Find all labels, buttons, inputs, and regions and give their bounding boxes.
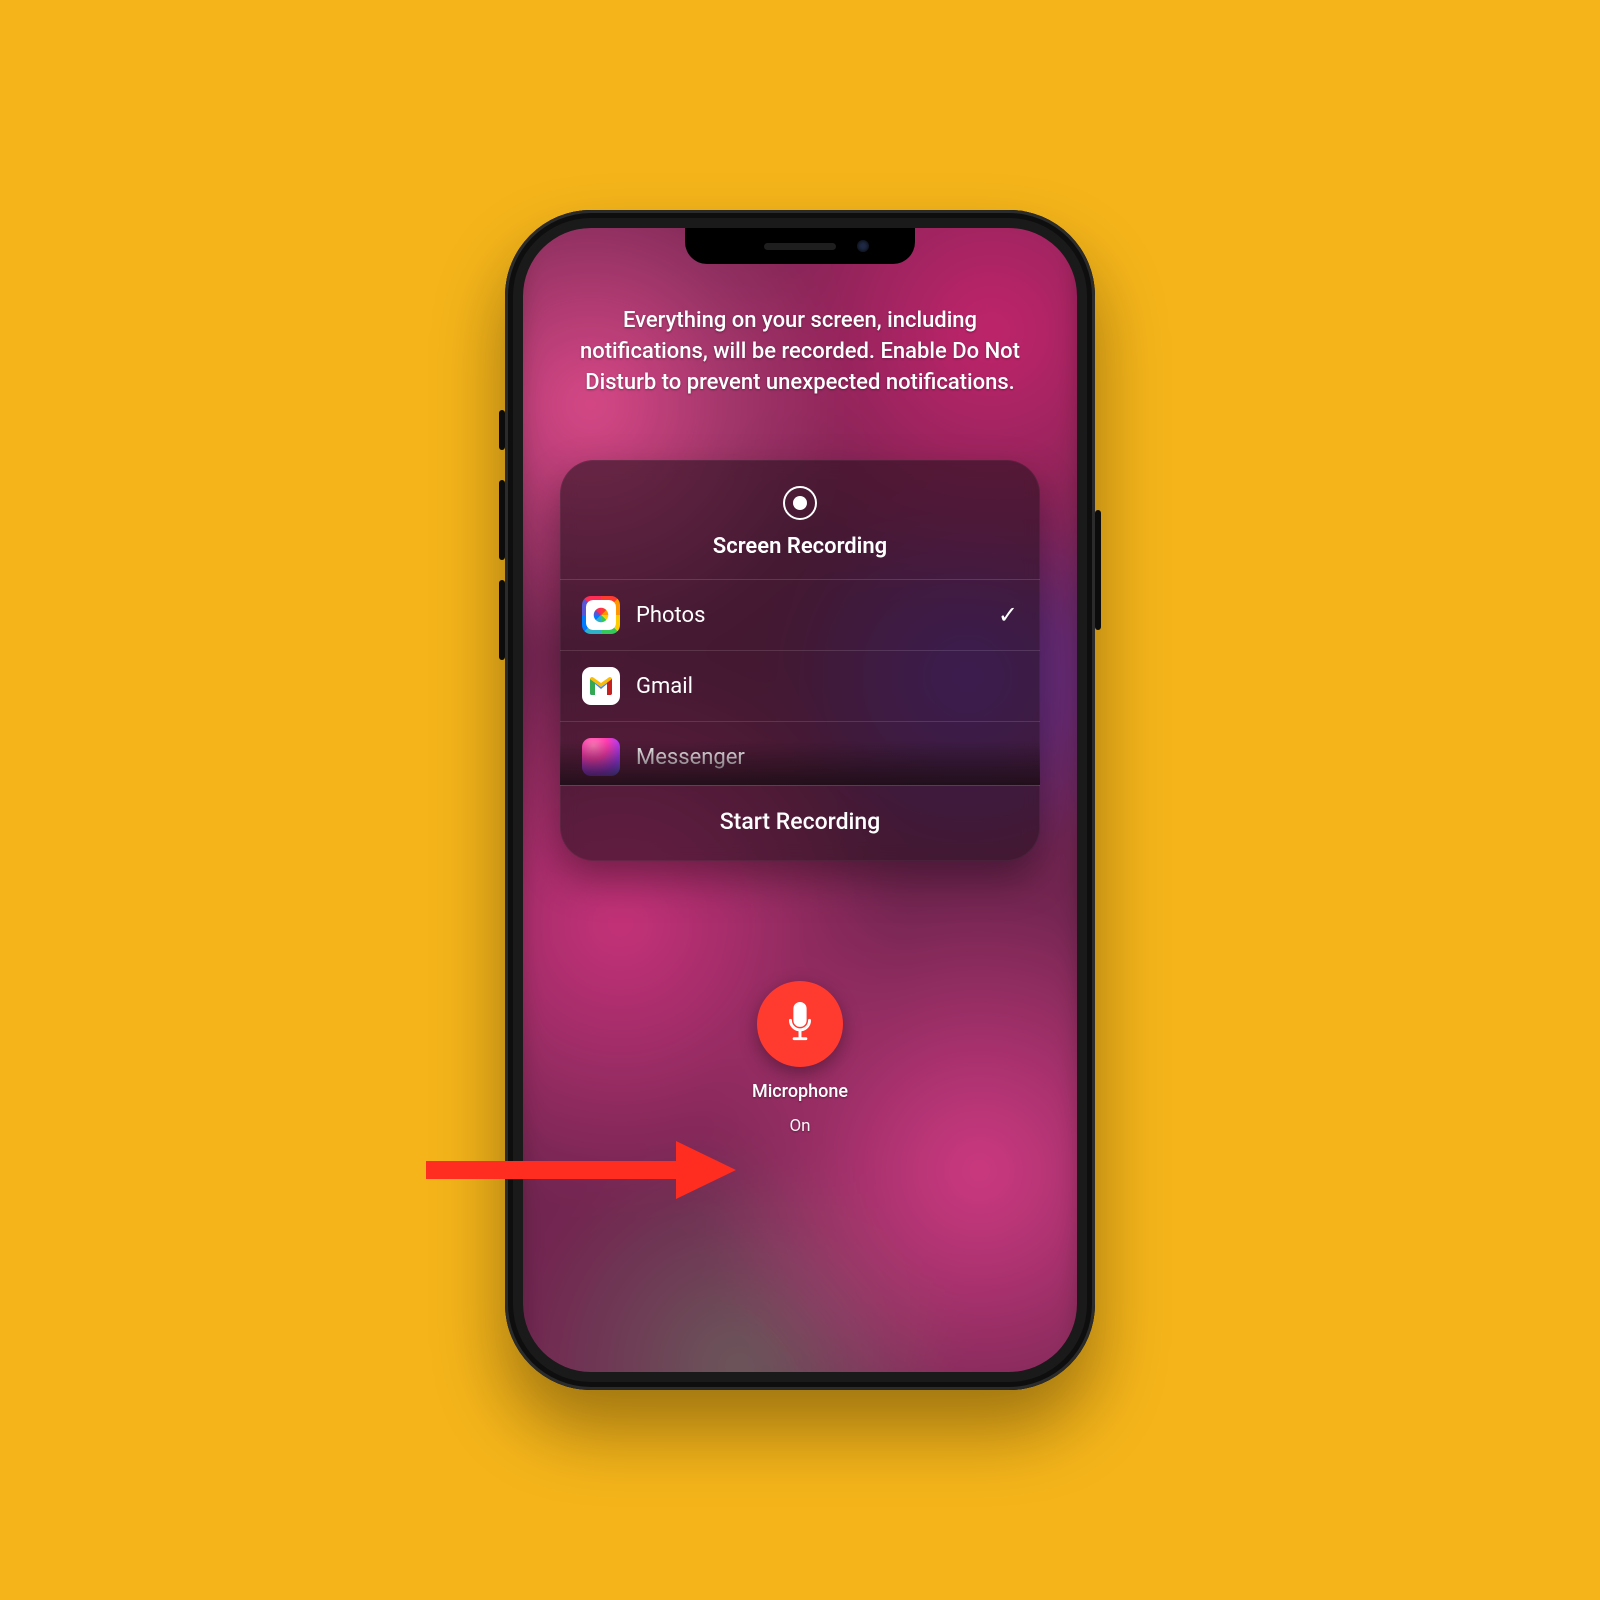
screen-recording-sheet: Everything on your screen, including not… — [523, 228, 1077, 1372]
power-button — [1095, 510, 1101, 630]
card-header: Screen Recording — [560, 460, 1040, 579]
screen-recording-card: Screen Recording Photos ✓ — [560, 460, 1040, 861]
destination-option-label: Gmail — [636, 674, 693, 699]
microphone-icon — [782, 1002, 818, 1046]
earpiece-speaker — [764, 243, 836, 250]
destination-option-messenger[interactable]: Messenger — [560, 721, 1040, 785]
checkmark-icon: ✓ — [998, 601, 1018, 629]
microphone-toggle-button[interactable] — [757, 981, 843, 1067]
destination-option-photos[interactable]: Photos ✓ — [560, 579, 1040, 650]
destination-option-label: Messenger — [636, 745, 745, 770]
mockup-stage: Everything on your screen, including not… — [200, 200, 1400, 1400]
photos-app-icon — [582, 596, 620, 634]
volume-up-button — [499, 480, 505, 560]
notch — [685, 228, 915, 264]
recording-disclaimer-text: Everything on your screen, including not… — [565, 306, 1035, 398]
destination-app-list[interactable]: Photos ✓ — [560, 579, 1040, 785]
mute-switch — [499, 410, 505, 450]
destination-option-gmail[interactable]: Gmail — [560, 650, 1040, 721]
destination-option-label: Photos — [636, 603, 705, 628]
gmail-app-icon — [582, 667, 620, 705]
microphone-label: Microphone — [752, 1081, 848, 1102]
record-icon — [783, 486, 817, 520]
card-title: Screen Recording — [713, 534, 887, 559]
microphone-state: On — [789, 1116, 810, 1136]
volume-down-button — [499, 580, 505, 660]
microphone-toggle-group: Microphone On — [752, 981, 848, 1136]
messenger-app-icon — [582, 738, 620, 776]
iphone-frame: Everything on your screen, including not… — [505, 210, 1095, 1390]
start-recording-button[interactable]: Start Recording — [560, 785, 1040, 861]
front-camera — [857, 240, 869, 252]
phone-screen: Everything on your screen, including not… — [523, 228, 1077, 1372]
